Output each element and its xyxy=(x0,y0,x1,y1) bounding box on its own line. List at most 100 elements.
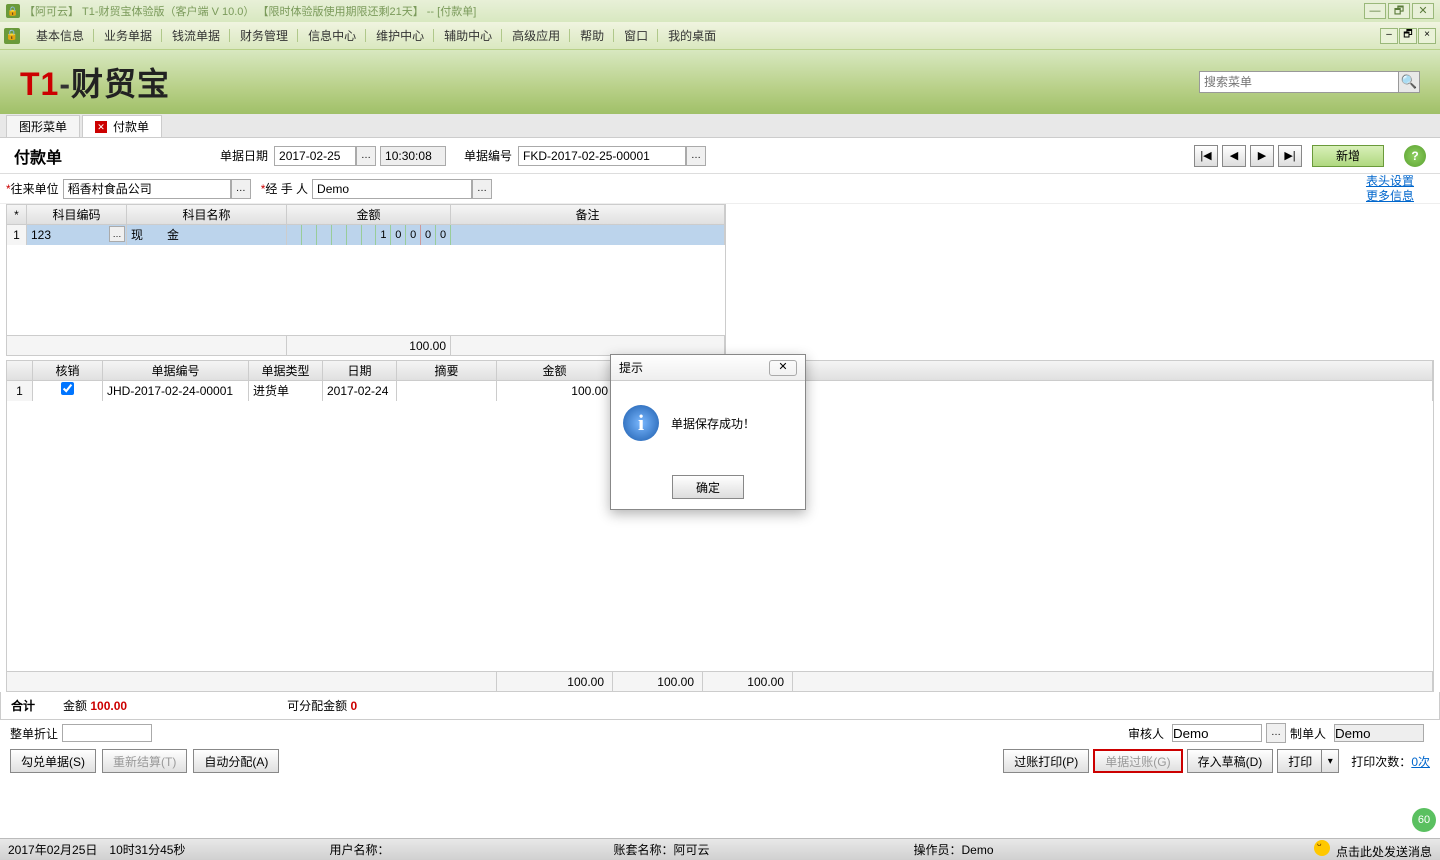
menu-cashflow[interactable]: 钱流单据 xyxy=(162,27,230,44)
mdi-close-button[interactable]: × xyxy=(1418,28,1436,44)
tab-graphic-menu[interactable]: 图形菜单 xyxy=(6,115,80,137)
menu-advanced[interactable]: 高级应用 xyxy=(502,27,570,44)
auto-alloc-button[interactable]: 自动分配(A) xyxy=(193,749,279,773)
cell-name[interactable]: 现 金 xyxy=(127,225,287,245)
window-minimize-button[interactable]: — xyxy=(1364,3,1386,19)
dialog-title: 提示 xyxy=(619,359,643,376)
code-lookup-button[interactable]: … xyxy=(109,226,125,242)
col-docno[interactable]: 单据编号 xyxy=(103,361,249,380)
menu-basic-info[interactable]: 基本信息 xyxy=(26,27,94,44)
link-docs-button[interactable]: 勾兑单据(S) xyxy=(10,749,96,773)
nav-next-button[interactable]: ▶ xyxy=(1250,145,1274,167)
date-label: 单据日期 xyxy=(220,147,268,164)
search-icon: 🔍 xyxy=(1401,74,1418,89)
info-icon: i xyxy=(623,405,659,441)
new-doc-button[interactable]: 新增 xyxy=(1312,145,1384,167)
unit-label: 往来单位 xyxy=(11,180,59,197)
nav-last-button[interactable]: ▶| xyxy=(1278,145,1302,167)
post-print-button[interactable]: 过账打印(P) xyxy=(1003,749,1089,773)
date-input[interactable] xyxy=(274,146,356,166)
menu-finance[interactable]: 财务管理 xyxy=(230,27,298,44)
cell-type: 进货单 xyxy=(249,381,323,401)
col-type[interactable]: 单据类型 xyxy=(249,361,323,380)
status-send-message[interactable]: 点击此处发送消息 xyxy=(1314,840,1432,860)
app-lock-icon: 🔒 xyxy=(4,28,20,44)
sum-bar: 合计 金额 100.00 可分配金额 0 xyxy=(0,692,1440,720)
menu-biz-docs[interactable]: 业务单据 xyxy=(94,27,162,44)
reviewer-input[interactable] xyxy=(1172,724,1262,742)
unit-input[interactable] xyxy=(63,179,231,199)
discount-row: 整单折让 审核人 … 制单人 xyxy=(0,720,1440,746)
main-menubar: 🔒 基本信息 业务单据 钱流单据 财务管理 信息中心 维护中心 辅助中心 高级应… xyxy=(0,22,1440,50)
menu-my-desktop[interactable]: 我的桌面 xyxy=(658,27,726,44)
account-grid: * 科目编码 科目名称 金额 备注 1 123… 现 金 10000 100.0… xyxy=(6,204,726,356)
nav-first-button[interactable]: |◀ xyxy=(1194,145,1218,167)
handler-label: 经 手 人 xyxy=(265,180,308,197)
docno-lookup-button[interactable]: … xyxy=(686,146,706,166)
window-close-button[interactable]: ✕ xyxy=(1412,3,1434,19)
search-button[interactable]: 🔍 xyxy=(1398,71,1420,93)
col-date[interactable]: 日期 xyxy=(323,361,397,380)
total-amount: 100.00 xyxy=(90,699,127,713)
message-dialog: 提示 ✕ i 单据保存成功！ 确定 xyxy=(610,354,806,510)
document-tabstrip: 图形菜单 ✕付款单 xyxy=(0,114,1440,138)
status-account: 账套名称：阿可云 xyxy=(613,841,709,858)
window-restore-button[interactable]: 🗗 xyxy=(1388,3,1410,19)
maker-input xyxy=(1334,724,1424,742)
doc-header: 付款单 单据日期 … 单据编号 … |◀ ◀ ▶ ▶| 新增 ? xyxy=(0,138,1440,174)
dialog-close-button[interactable]: ✕ xyxy=(769,360,797,376)
menu-window[interactable]: 窗口 xyxy=(614,27,658,44)
reviewer-lookup-button[interactable]: … xyxy=(1266,723,1286,743)
cell-code[interactable]: 123… xyxy=(27,225,127,245)
col-amount2[interactable]: 金额 xyxy=(497,361,613,380)
col-code[interactable]: 科目编码 xyxy=(27,205,127,224)
handler-lookup-button[interactable]: … xyxy=(472,179,492,199)
col-name[interactable]: 科目名称 xyxy=(127,205,287,224)
cell-date: 2017-02-24 xyxy=(323,381,397,401)
print-count-link[interactable]: 0次 xyxy=(1411,755,1430,769)
app-logo: T1-财贸宝 xyxy=(20,59,170,105)
close-icon[interactable]: ✕ xyxy=(95,121,107,133)
settle-checkbox[interactable] xyxy=(61,382,74,395)
status-operator: 操作员：Demo xyxy=(913,841,993,858)
header-settings-link[interactable]: 表头设置 xyxy=(1366,174,1414,189)
reviewer-label: 审核人 xyxy=(1128,725,1164,742)
grid1-total: 100.00 xyxy=(287,336,451,355)
menu-info-center[interactable]: 信息中心 xyxy=(298,27,366,44)
unit-lookup-button[interactable]: … xyxy=(231,179,251,199)
menu-maintenance[interactable]: 维护中心 xyxy=(366,27,434,44)
menu-assist[interactable]: 辅助中心 xyxy=(434,27,502,44)
cell-docno[interactable]: JHD-2017-02-24-00001 xyxy=(103,381,249,401)
menu-help[interactable]: 帮助 xyxy=(570,27,614,44)
window-titlebar: 🔒 【阿可云】 T1-财贸宝体验版（客户端 V 10.0） 【限时体验版使用期限… xyxy=(0,0,1440,22)
account-grid-row[interactable]: 1 123… 现 金 10000 xyxy=(7,225,725,245)
handler-input[interactable] xyxy=(312,179,472,199)
print-dropdown-button[interactable]: ▾ xyxy=(1321,749,1339,773)
cell-remark[interactable] xyxy=(451,225,725,245)
action-row: 勾兑单据(S) 重新结算(T) 自动分配(A) 过账打印(P) 单据过账(G) … xyxy=(0,746,1440,776)
docno-input[interactable] xyxy=(518,146,686,166)
print-button[interactable]: 打印 xyxy=(1277,749,1323,773)
cell-check[interactable] xyxy=(33,381,103,401)
col-amount[interactable]: 金额 xyxy=(287,205,451,224)
more-info-link[interactable]: 更多信息 xyxy=(1366,189,1414,204)
allocatable-amount: 0 xyxy=(350,699,357,713)
time-input xyxy=(380,146,446,166)
help-icon[interactable]: ? xyxy=(1404,145,1426,167)
dialog-ok-button[interactable]: 确定 xyxy=(672,475,744,499)
status-bar: 2017年02月25日 10时31分45秒 用户名称： 账套名称：阿可云 操作员… xyxy=(0,838,1440,860)
col-remark[interactable]: 备注 xyxy=(451,205,725,224)
window-title: 【阿可云】 T1-财贸宝体验版（客户端 V 10.0） 【限时体验版使用期限还剩… xyxy=(24,3,476,19)
cell-amount[interactable]: 10000 xyxy=(287,225,451,245)
col-check[interactable]: 核销 xyxy=(33,361,103,380)
mdi-minimize-button[interactable]: – xyxy=(1380,28,1398,44)
notification-bubble[interactable]: 60 xyxy=(1412,808,1436,832)
save-draft-button[interactable]: 存入草稿(D) xyxy=(1187,749,1274,773)
search-input[interactable] xyxy=(1199,71,1399,93)
date-picker-button[interactable]: … xyxy=(356,146,376,166)
tab-payment-doc[interactable]: ✕付款单 xyxy=(82,115,162,137)
nav-prev-button[interactable]: ◀ xyxy=(1222,145,1246,167)
col-summary[interactable]: 摘要 xyxy=(397,361,497,380)
discount-input[interactable] xyxy=(62,724,152,742)
mdi-restore-button[interactable]: 🗗 xyxy=(1399,28,1417,44)
